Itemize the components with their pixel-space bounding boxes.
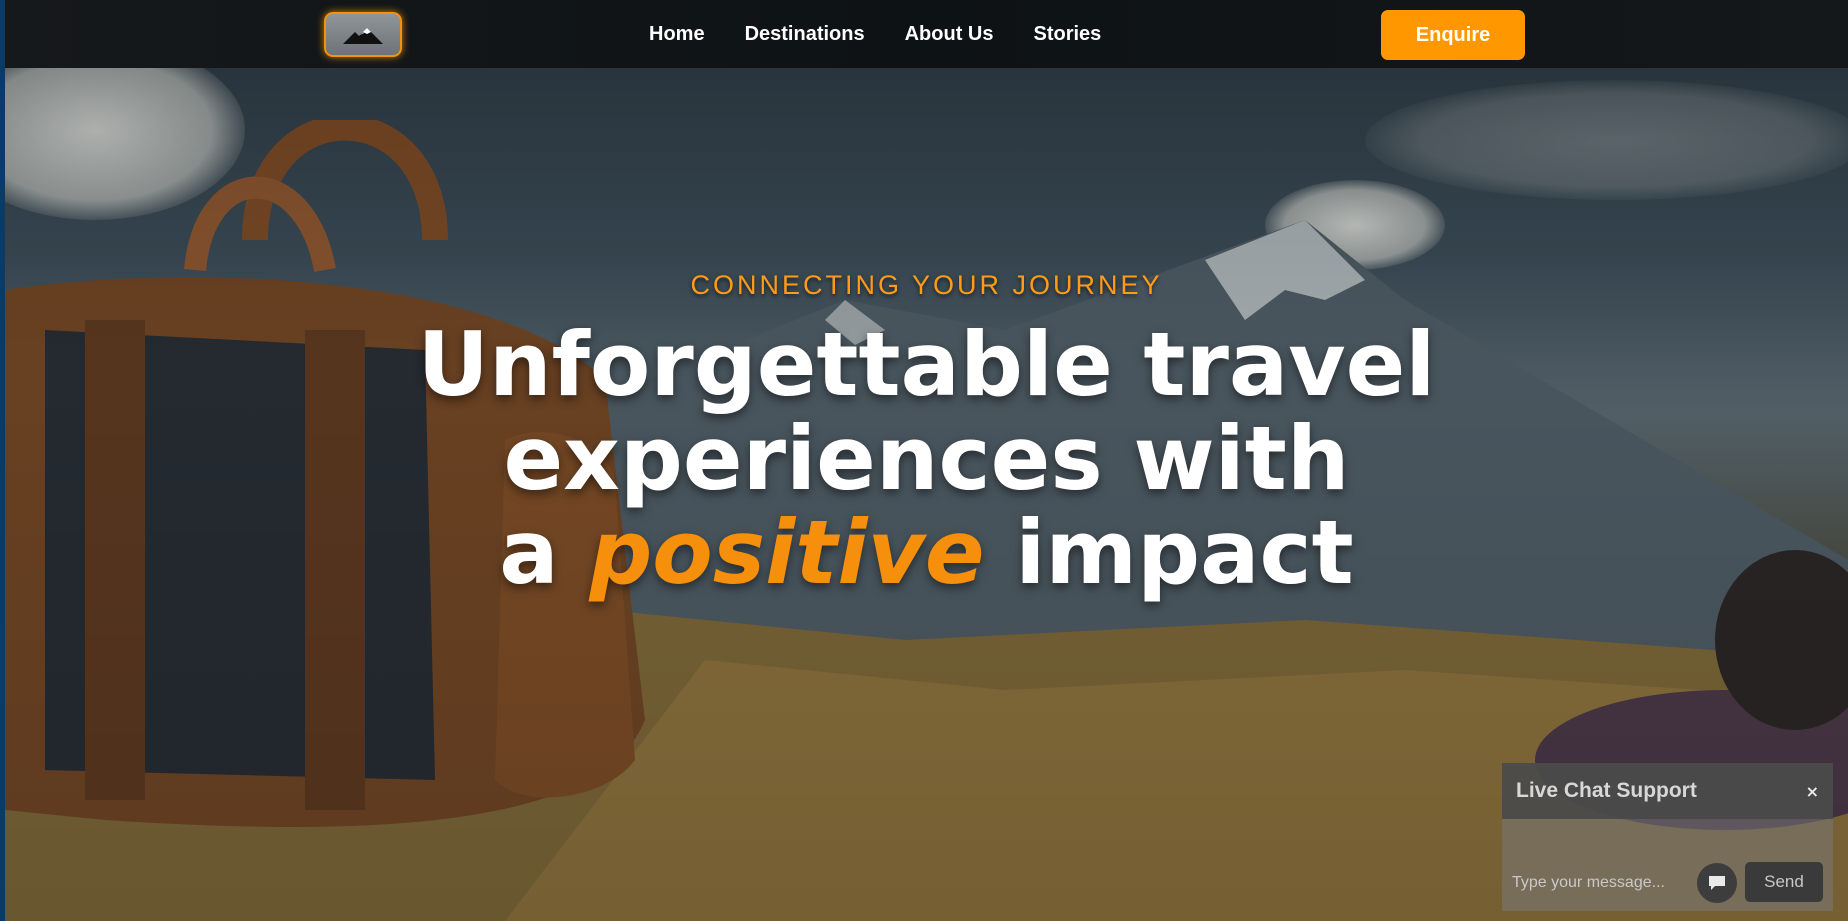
close-icon[interactable]: × (1806, 782, 1819, 801)
enquire-button[interactable]: Enquire (1381, 10, 1525, 60)
chat-bubble-icon (1709, 876, 1725, 890)
chat-bubble-button[interactable] (1697, 863, 1737, 903)
headline-accent-word: positive (589, 501, 985, 604)
chat-title: Live Chat Support (1516, 779, 1697, 802)
headline-line-3-suffix: impact (1015, 501, 1354, 604)
nav-stories[interactable]: Stories (1034, 23, 1102, 46)
headline-line-1: Unforgettable travel (417, 313, 1436, 416)
chat-header: Live Chat Support × (1502, 763, 1833, 819)
page-frame: Home Destinations About Us Stories Enqui… (5, 0, 1848, 921)
live-chat-widget: Live Chat Support × Send (1502, 763, 1833, 911)
logo-button[interactable] (324, 12, 402, 57)
headline-line-3-prefix: a (499, 501, 559, 604)
mountain-logo-icon (343, 27, 383, 44)
hero-tagline: CONNECTING YOUR JOURNEY (690, 270, 1163, 300)
nav-home[interactable]: Home (649, 23, 705, 46)
chat-send-button[interactable]: Send (1745, 862, 1823, 902)
nav-destinations[interactable]: Destinations (745, 23, 865, 46)
main-nav: Home Destinations About Us Stories (649, 0, 1101, 68)
nav-about-us[interactable]: About Us (905, 23, 994, 46)
hero-headline: Unforgettable travel experiences with a … (5, 318, 1848, 600)
top-navbar: Home Destinations About Us Stories Enqui… (5, 0, 1848, 68)
headline-line-2: experiences with (503, 407, 1350, 510)
chat-message-input[interactable] (1510, 863, 1689, 903)
